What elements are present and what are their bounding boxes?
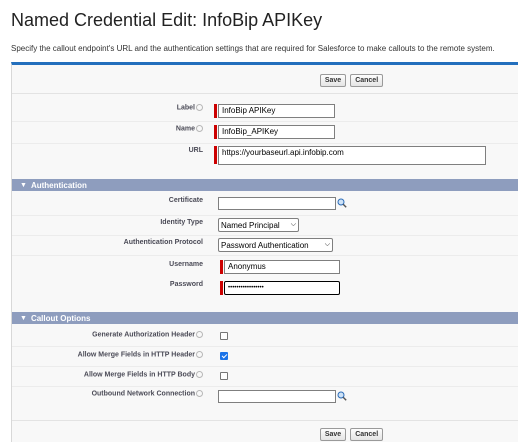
auth-protocol-label: Authentication Protocol xyxy=(123,239,203,246)
name-row: Name InfoBip_APIKey xyxy=(12,121,518,144)
info-icon[interactable] xyxy=(196,104,203,111)
username-input[interactable]: Anonymus xyxy=(224,260,340,274)
label-row: Label InfoBip APIKey xyxy=(12,101,518,122)
auth-protocol-row: Authentication Protocol Password Authent… xyxy=(12,235,518,256)
info-icon[interactable] xyxy=(196,390,203,397)
url-row: URL https://yourbaseurl.api.infobip.com xyxy=(12,143,518,171)
merge-header-checkbox[interactable] xyxy=(220,352,228,360)
gen-auth-header-checkbox[interactable] xyxy=(220,332,228,340)
name-field-label: Name xyxy=(175,125,195,133)
label-field-label: Label xyxy=(176,104,195,112)
required-indicator xyxy=(214,125,217,139)
required-indicator xyxy=(214,146,217,164)
info-icon[interactable] xyxy=(196,371,203,378)
name-input[interactable]: InfoBip_APIKey xyxy=(218,125,335,139)
password-row: Password ••••••••••••••••• xyxy=(12,275,518,301)
cancel-button[interactable]: Cancel xyxy=(350,73,384,87)
lookup-icon[interactable] xyxy=(337,391,347,401)
merge-body-checkbox[interactable] xyxy=(220,372,228,380)
merge-header-row: Allow Merge Fields in HTTP Header xyxy=(12,346,518,367)
certificate-input[interactable] xyxy=(218,197,336,210)
page-title: Named Credential Edit: InfoBip APIKey xyxy=(11,10,323,30)
callout-options-section-header[interactable]: ▼ Callout Options xyxy=(12,312,518,324)
gen-auth-header-label: Generate Authorization Header xyxy=(92,331,195,339)
collapse-triangle-icon: ▼ xyxy=(20,314,27,322)
lookup-icon[interactable] xyxy=(337,198,347,208)
auth-protocol-select[interactable]: Password Authentication ⌵ xyxy=(218,238,333,252)
username-row: Username Anonymus xyxy=(12,255,518,275)
top-button-bar: Save Cancel xyxy=(12,67,518,94)
save-button[interactable]: Save xyxy=(319,427,347,441)
identity-type-select[interactable]: Named Principal ⌵ xyxy=(218,218,299,232)
chevron-down-icon: ⌵ xyxy=(324,241,330,248)
merge-header-label: Allow Merge Fields in HTTP Header xyxy=(77,351,195,359)
auth-protocol-value: Password Authentication xyxy=(221,240,309,250)
required-indicator xyxy=(220,281,223,295)
edit-panel: Save Cancel Label InfoBip APIKey Name In… xyxy=(11,62,518,442)
authentication-section-header[interactable]: ▼ Authentication xyxy=(12,179,518,191)
username-label: Username xyxy=(169,261,203,268)
cancel-button[interactable]: Cancel xyxy=(350,427,384,441)
page-subtitle: Specify the callout endpoint's URL and t… xyxy=(11,44,495,53)
certificate-row: Certificate xyxy=(12,193,518,216)
save-button[interactable]: Save xyxy=(319,73,347,87)
outbound-label: Outbound Network Connection xyxy=(91,390,195,398)
certificate-label: Certificate xyxy=(168,197,203,204)
password-label: Password xyxy=(169,281,203,288)
chevron-down-icon: ⌵ xyxy=(290,221,296,228)
identity-type-label: Identity Type xyxy=(160,219,203,226)
info-icon[interactable] xyxy=(196,351,203,358)
required-indicator xyxy=(220,260,223,274)
merge-body-label: Allow Merge Fields in HTTP Body xyxy=(83,371,195,379)
collapse-triangle-icon: ▼ xyxy=(20,181,27,189)
callout-options-section-title: Callout Options xyxy=(30,313,91,323)
outbound-input[interactable] xyxy=(218,390,336,403)
outbound-row: Outbound Network Connection xyxy=(12,386,518,408)
merge-body-row: Allow Merge Fields in HTTP Body xyxy=(12,366,518,387)
bottom-button-bar: Save Cancel xyxy=(12,420,518,447)
authentication-section-title: Authentication xyxy=(30,180,87,190)
gen-auth-header-row: Generate Authorization Header xyxy=(12,326,518,347)
identity-type-value: Named Principal xyxy=(221,220,280,230)
label-input[interactable]: InfoBip APIKey xyxy=(218,104,335,118)
info-icon[interactable] xyxy=(196,331,203,338)
required-indicator xyxy=(214,104,217,118)
url-input[interactable]: https://yourbaseurl.api.infobip.com xyxy=(218,146,486,165)
password-input[interactable]: ••••••••••••••••• xyxy=(224,281,340,295)
identity-type-row: Identity Type Named Principal ⌵ xyxy=(12,215,518,236)
info-icon[interactable] xyxy=(196,125,203,132)
url-field-label: URL xyxy=(188,147,203,154)
